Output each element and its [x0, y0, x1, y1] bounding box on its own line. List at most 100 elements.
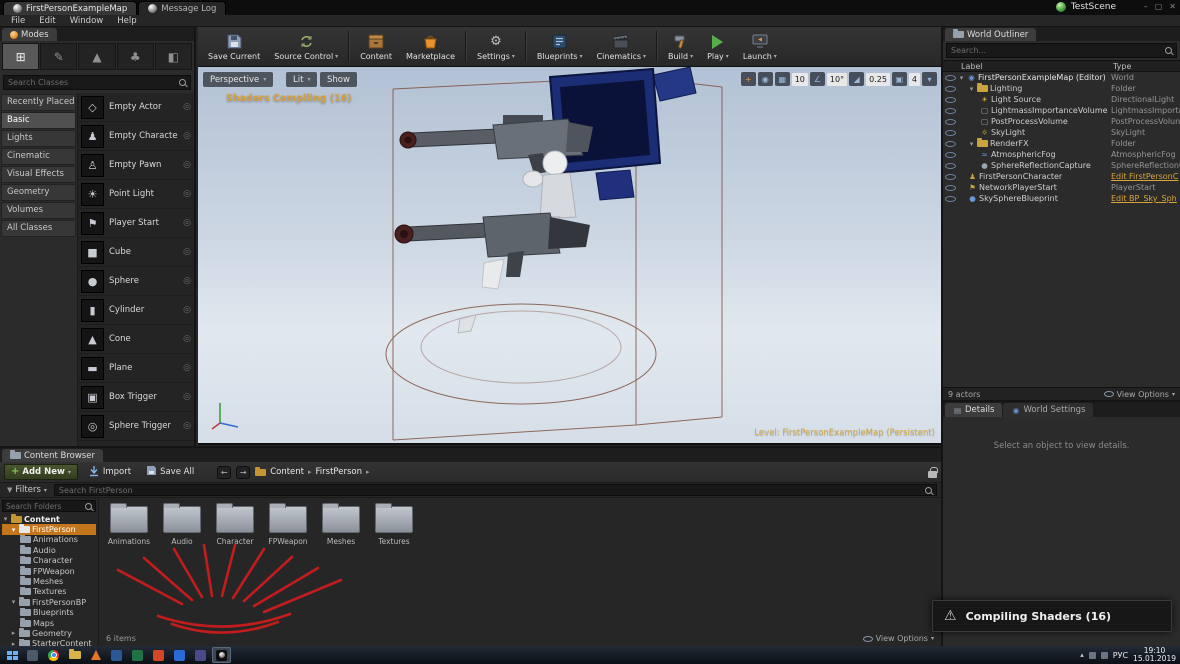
menu-help[interactable]: Help — [110, 16, 143, 26]
breadcrumb-root[interactable]: Content — [270, 467, 304, 477]
visibility-eye-icon[interactable] — [945, 196, 956, 202]
placeable-sphere-trigger[interactable]: ◎Sphere Trigger◎ — [78, 412, 194, 441]
placeable-empty-actor[interactable]: ◇Empty Actor◎ — [78, 93, 194, 122]
lit-mode-button[interactable]: Lit ▾ — [286, 72, 317, 87]
outliner-view-options[interactable]: View Options ▾ — [1104, 390, 1175, 399]
taskbar-app-icon[interactable] — [170, 647, 189, 663]
placeable-point-light[interactable]: ☀Point Light◎ — [78, 180, 194, 209]
tree-item-character[interactable]: Character — [2, 556, 96, 566]
import-button[interactable]: Import — [83, 464, 136, 480]
language-indicator[interactable]: РУС — [1113, 651, 1128, 660]
search-classes-input[interactable] — [8, 78, 176, 87]
edit-blueprint-link[interactable]: Edit BP_Sky_Sph — [1111, 194, 1180, 203]
content-button[interactable]: Content — [353, 27, 399, 66]
outliner-search-input[interactable] — [951, 46, 1162, 55]
taskbar-app-icon[interactable] — [191, 647, 210, 663]
tab-world-outliner[interactable]: World Outliner — [945, 28, 1036, 41]
visibility-eye-icon[interactable] — [945, 163, 956, 169]
visibility-eye-icon[interactable] — [945, 119, 956, 125]
folder-tile-meshes[interactable]: Meshes — [319, 506, 363, 546]
tab-modes[interactable]: Modes — [2, 28, 57, 41]
scale-snap-icon[interactable]: ◢ — [849, 72, 864, 86]
tray-expand-icon[interactable]: ▴ — [1080, 651, 1084, 659]
start-button[interactable] — [2, 647, 22, 663]
outliner-row[interactable]: ♟FirstPersonCharacterEdit FirstPersonC — [943, 171, 1180, 182]
visibility-eye-icon[interactable] — [945, 86, 956, 92]
tree-item-blueprints[interactable]: Blueprints — [2, 608, 96, 618]
visibility-eye-icon[interactable] — [945, 75, 956, 81]
drag-handle-icon[interactable]: ◎ — [183, 189, 191, 199]
source-control-button[interactable]: Source Control▾ — [267, 27, 345, 66]
marketplace-button[interactable]: Marketplace — [399, 27, 462, 66]
category-cinematic[interactable]: Cinematic — [1, 148, 76, 165]
geometry-mode-button[interactable]: ◧ — [155, 43, 192, 70]
launch-button[interactable]: Launch▾ — [736, 27, 784, 66]
drag-handle-icon[interactable]: ◎ — [183, 421, 191, 431]
show-flags-button[interactable]: Show — [320, 72, 357, 87]
placeable-box-trigger[interactable]: ▣Box Trigger◎ — [78, 383, 194, 412]
chrome-icon[interactable] — [44, 647, 63, 663]
unreal-editor-taskbar-icon[interactable] — [212, 647, 231, 663]
visibility-eye-icon[interactable] — [945, 185, 956, 191]
save-current-button[interactable]: Save Current — [201, 27, 267, 66]
expand-arrow-icon[interactable]: ▾ — [10, 598, 17, 606]
folder-tile-fpweapon[interactable]: FPWeapon — [266, 506, 310, 546]
place-mode-button[interactable]: ⊞ — [2, 43, 39, 70]
compiling-shaders-notification[interactable]: ⚠ Compiling Shaders (16) — [932, 600, 1172, 632]
expand-arrow-icon[interactable]: ▾ — [958, 74, 965, 82]
folder-tile-character[interactable]: Character — [213, 506, 257, 546]
taskbar-clock[interactable]: 19:10 15.01.2019 — [1133, 647, 1176, 664]
scale-snap-value[interactable]: 0.25 — [866, 73, 890, 86]
window-tab-message-log[interactable]: Message Log — [138, 1, 226, 15]
visibility-eye-icon[interactable] — [945, 108, 956, 114]
outliner-row[interactable]: ▢PostProcessVolumePostProcessVolun — [943, 116, 1180, 127]
label-column-header[interactable]: Label — [961, 62, 983, 71]
cb-search-input[interactable] — [59, 486, 922, 495]
paint-mode-button[interactable]: ✎ — [40, 43, 77, 70]
landscape-mode-button[interactable]: ▲ — [78, 43, 115, 70]
outliner-row[interactable]: ●SkySphereBlueprintEdit BP_Sky_Sph — [943, 193, 1180, 204]
perspective-button[interactable]: Perspective ▾ — [203, 72, 273, 87]
drag-handle-icon[interactable]: ◎ — [183, 334, 191, 344]
settings-button[interactable]: ⚙ Settings▾ — [470, 27, 522, 66]
world-coordinate-icon[interactable]: ◉ — [758, 72, 773, 86]
folders-search-input[interactable] — [6, 502, 83, 511]
camera-speed-value[interactable]: 4 — [909, 73, 920, 86]
maximize-button[interactable]: ▢ — [1155, 2, 1163, 11]
placeable-cube[interactable]: ■Cube◎ — [78, 238, 194, 267]
menu-window[interactable]: Window — [63, 16, 111, 26]
add-new-button[interactable]: + Add New ▾ — [4, 464, 78, 480]
drag-handle-icon[interactable]: ◎ — [183, 247, 191, 257]
tree-item-audio[interactable]: Audio — [2, 545, 96, 555]
asset-grid[interactable]: Animations Audio Character FPWeapon Mesh… — [99, 498, 941, 646]
tree-item-geometry[interactable]: ▸Geometry — [2, 628, 96, 638]
history-back-button[interactable]: ← — [217, 466, 231, 479]
viewport[interactable]: Perspective ▾ Lit ▾ Show Shaders Compili… — [198, 67, 941, 445]
type-column-header[interactable]: Type — [1113, 62, 1131, 71]
tree-item-content[interactable]: ▾Content — [2, 514, 96, 524]
tree-item-textures[interactable]: Textures — [2, 587, 96, 597]
tree-item-meshes[interactable]: Meshes — [2, 576, 96, 586]
placeable-player-start[interactable]: ⚑Player Start◎ — [78, 209, 194, 238]
history-forward-button[interactable]: → — [236, 466, 250, 479]
category-visual-effects[interactable]: Visual Effects — [1, 166, 76, 183]
taskbar-app-icon[interactable] — [23, 647, 42, 663]
category-basic[interactable]: Basic — [1, 112, 76, 129]
expand-arrow-icon[interactable]: ▾ — [968, 140, 975, 148]
play-button[interactable]: Play▾ — [700, 27, 736, 66]
taskbar-app-icon[interactable] — [128, 647, 147, 663]
outliner-row[interactable]: ≈AtmosphericFogAtmosphericFog — [943, 149, 1180, 160]
tree-item-firstperson[interactable]: ▾FirstPerson — [2, 524, 96, 534]
expand-arrow-icon[interactable]: ▸ — [10, 629, 17, 637]
volume-icon[interactable] — [1101, 652, 1108, 659]
filters-button[interactable]: ▼ Filters ▾ — [4, 485, 50, 495]
drag-handle-icon[interactable]: ◎ — [183, 392, 191, 402]
expand-arrow-icon[interactable]: ▾ — [968, 85, 975, 93]
visibility-eye-icon[interactable] — [945, 174, 956, 180]
expand-arrow-icon[interactable]: ▾ — [2, 515, 9, 523]
minimize-button[interactable]: – — [1144, 2, 1148, 11]
placeable-cone[interactable]: ▲Cone◎ — [78, 325, 194, 354]
drag-handle-icon[interactable]: ◎ — [183, 305, 191, 315]
edit-blueprint-link[interactable]: Edit FirstPersonC — [1111, 172, 1180, 181]
explorer-folder-icon[interactable] — [65, 647, 84, 663]
